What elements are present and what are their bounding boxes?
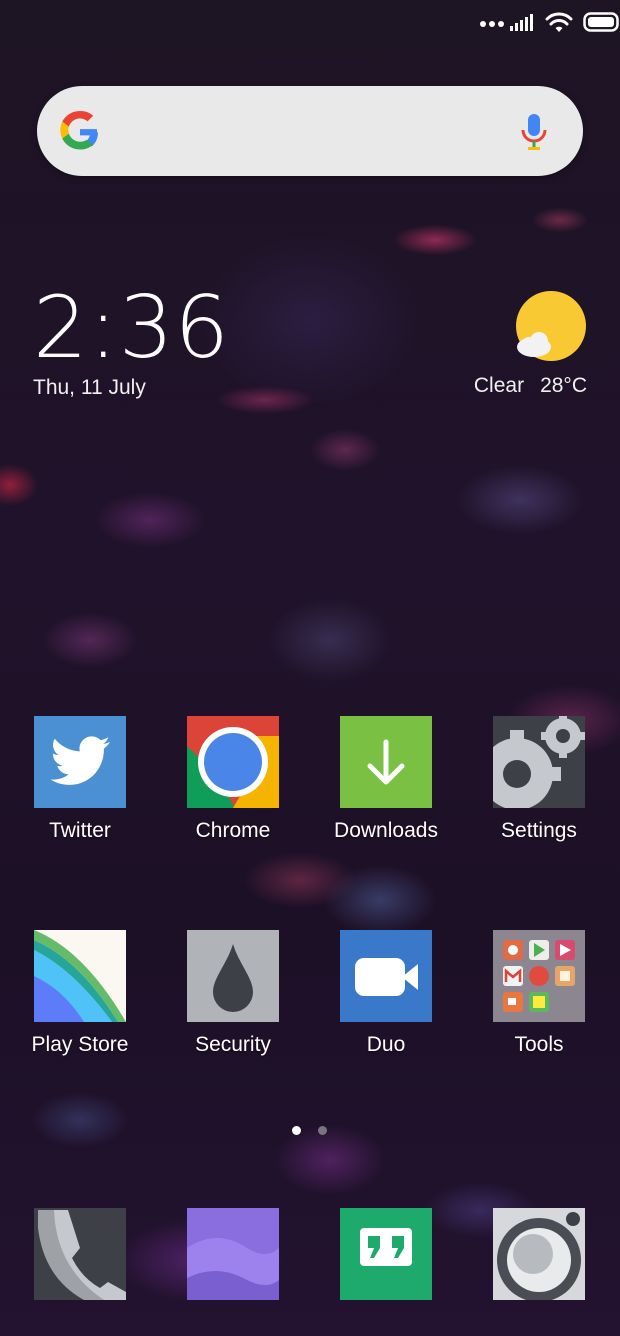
twitter-icon — [34, 716, 126, 808]
signal-icon — [510, 14, 533, 31]
app-settings[interactable]: Settings — [464, 716, 614, 866]
battery-icon — [583, 12, 619, 32]
video-camera-icon — [340, 930, 432, 1022]
chrome-icon — [187, 716, 279, 808]
app-label: Downloads — [334, 819, 438, 842]
weather-temperature: 28°C — [540, 374, 587, 397]
page-indicator — [292, 1126, 327, 1135]
page-dot[interactable] — [318, 1126, 327, 1135]
hangouts-icon[interactable] — [340, 1208, 432, 1300]
app-label: Security — [195, 1033, 271, 1056]
app-security[interactable]: Security — [158, 930, 308, 1080]
app-label: Tools — [514, 1033, 564, 1056]
status-bar — [0, 0, 620, 46]
play-store-icon — [34, 930, 126, 1022]
app-duo[interactable]: Duo — [311, 930, 461, 1080]
gear-icon — [493, 716, 585, 808]
app-play-store[interactable]: Play Store — [5, 930, 155, 1080]
page-dot-active[interactable] — [292, 1126, 301, 1135]
app-twitter[interactable]: Twitter — [5, 716, 155, 866]
app-label: Chrome — [195, 819, 271, 842]
app-downloads[interactable]: Downloads — [311, 716, 461, 866]
app-label: Settings — [501, 819, 577, 842]
sun-cloud-icon[interactable] — [515, 291, 587, 363]
wifi-icon — [545, 12, 573, 32]
download-arrow-icon — [340, 716, 432, 808]
clock-date: Thu, 11 July — [33, 376, 146, 399]
weather-widget[interactable]: Clear 28°C — [474, 374, 587, 398]
google-search-bar[interactable] — [37, 86, 583, 176]
app-chrome[interactable]: Chrome — [158, 716, 308, 866]
messaging-icon[interactable] — [187, 1208, 279, 1300]
clock-time[interactable]: 2:36 — [33, 283, 230, 373]
camera-icon[interactable] — [493, 1208, 585, 1300]
app-label: Twitter — [49, 819, 111, 842]
mic-icon[interactable] — [521, 112, 547, 152]
folder-icon — [493, 930, 585, 1022]
more-dots-icon — [480, 21, 504, 27]
weather-condition: Clear — [473, 374, 525, 397]
app-label: Duo — [366, 1033, 406, 1056]
phone-icon[interactable] — [34, 1208, 126, 1300]
google-g-icon — [60, 111, 99, 150]
security-drop-icon — [187, 930, 279, 1022]
app-tools[interactable]: Tools — [464, 930, 614, 1080]
app-label: Play Store — [31, 1033, 129, 1056]
